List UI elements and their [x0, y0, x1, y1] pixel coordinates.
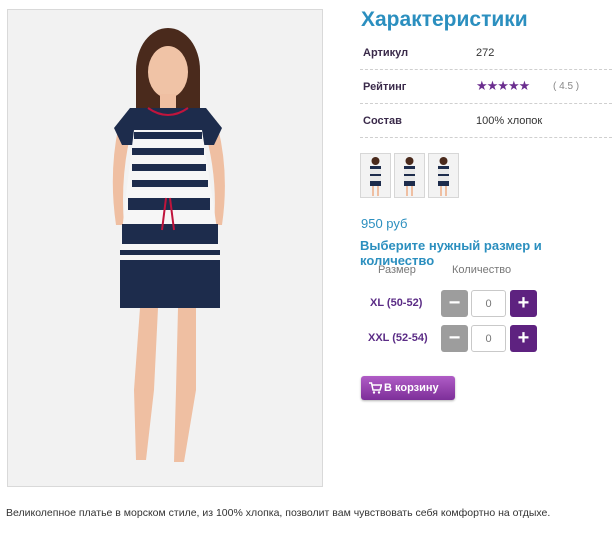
rating-value: ( 4.5 )	[553, 81, 580, 92]
increase-qty-xxl-button[interactable]: +	[510, 325, 537, 352]
spec-key: Состав	[363, 115, 402, 127]
thumbnail-side[interactable]	[428, 153, 459, 198]
cart-icon	[369, 382, 382, 394]
characteristics-title: Характеристики	[361, 8, 528, 31]
spec-value: 100% хлопок	[476, 115, 543, 127]
add-to-cart-button[interactable]: В корзину	[361, 376, 455, 400]
rating-stars-icon[interactable]: ★★★★★	[476, 78, 530, 94]
spec-row-rating: Рейтинг ★★★★★ ( 4.5 )	[360, 69, 612, 104]
thumbnail-back[interactable]	[394, 153, 425, 198]
product-description: Великолепное платье в морском стиле, из …	[6, 507, 551, 519]
decrease-qty-xl-button[interactable]: −	[441, 290, 468, 317]
thumbnail-front[interactable]	[360, 153, 391, 198]
size-label-xl: XL (50-52)	[370, 297, 423, 309]
spec-row-composition: Состав 100% хлопок	[360, 103, 612, 138]
spec-value: 272	[476, 47, 495, 59]
qty-input-xl[interactable]	[471, 290, 506, 317]
size-label-xxl: XXL (52-54)	[368, 332, 428, 344]
spec-key: Артикул	[363, 47, 409, 59]
decrease-qty-xxl-button[interactable]: −	[441, 325, 468, 352]
qty-input-xxl[interactable]	[471, 325, 506, 352]
increase-qty-xl-button[interactable]: +	[510, 290, 537, 317]
product-price: 950 руб	[361, 216, 408, 231]
spec-row-article: Артикул 272	[360, 35, 612, 70]
spec-key: Рейтинг	[363, 81, 407, 93]
model-in-dress-illustration	[112, 28, 225, 462]
add-to-cart-label: В корзину	[384, 382, 439, 394]
product-main-image[interactable]	[7, 9, 323, 487]
size-column-header: Размер	[378, 264, 416, 276]
qty-column-header: Количество	[452, 264, 512, 276]
